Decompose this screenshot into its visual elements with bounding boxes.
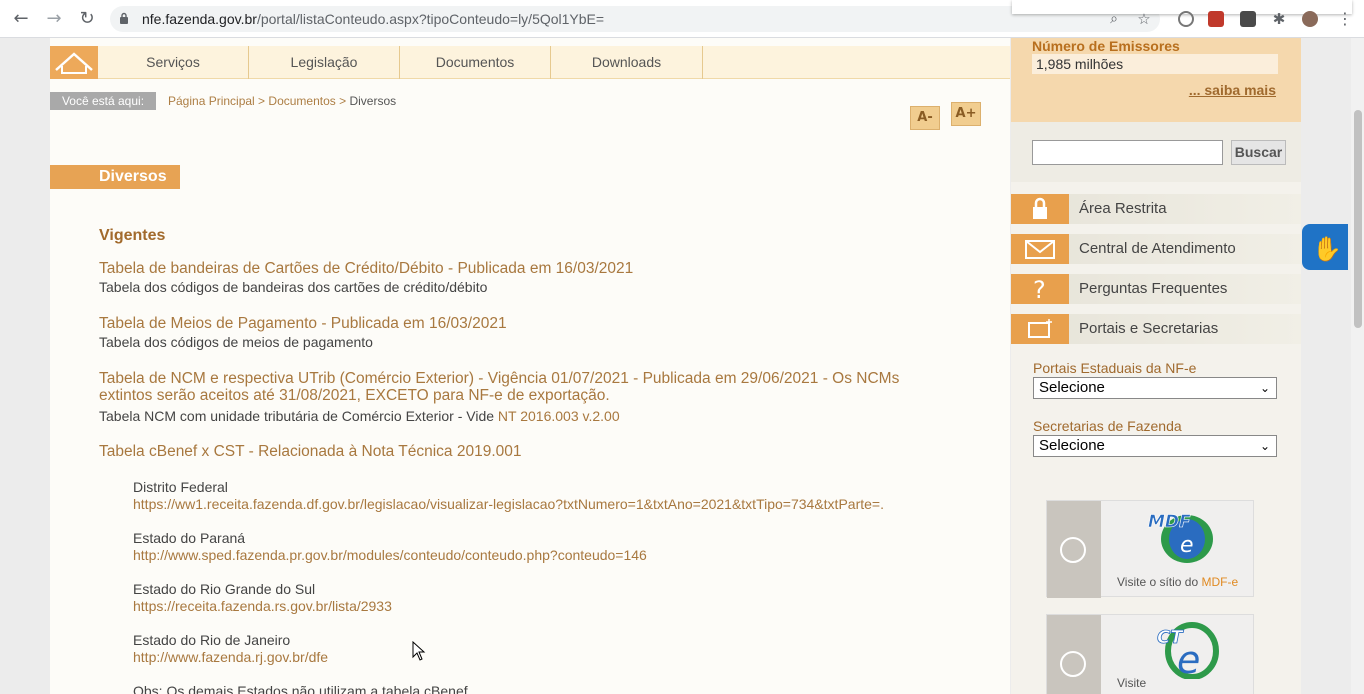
right-sidebar: Número de Emissores 1,985 milhões ... sa… <box>1011 38 1301 694</box>
question-icon: ? <box>1011 274 1069 304</box>
search-button[interactable]: Buscar <box>1231 140 1286 165</box>
extension-info-icon[interactable] <box>1178 11 1194 27</box>
state-url[interactable]: http://www.fazenda.rj.gov.br/dfe <box>133 649 328 665</box>
saiba-mais-link[interactable]: ... saiba mais <box>1189 82 1276 98</box>
state-name: Distrito Federal <box>133 479 228 495</box>
chevron-down-icon: ⌄ <box>1259 439 1270 453</box>
entry-link-cbenef[interactable]: Tabela cBenef x CST - Relacionada à Nota… <box>99 443 949 460</box>
sidebar-item-perguntas-frequentes[interactable]: ? Perguntas Frequentes <box>1011 274 1301 304</box>
sidebar-item-label: Portais e Secretarias <box>1079 320 1219 337</box>
cte-logo: CT e <box>1157 622 1219 679</box>
scrollbar-thumb[interactable] <box>1354 110 1362 328</box>
mdfe-banner-text: Visite o sítio do MDF-e <box>1117 575 1239 589</box>
mdfe-banner[interactable]: MDF e Visite o sítio do MDF-e <box>1046 500 1254 598</box>
cte-banner[interactable]: CT e Visite <box>1046 614 1254 694</box>
state-url[interactable]: http://www.sped.fazenda.pr.gov.br/module… <box>133 547 647 563</box>
state-name: Estado do Paraná <box>133 530 246 546</box>
globe-icon <box>1060 651 1086 677</box>
envelope-icon <box>1011 234 1069 264</box>
entry-link-ncm[interactable]: Tabela de NCM e respectiva UTrib (Comérc… <box>99 370 949 404</box>
window-plus-icon <box>1011 314 1069 344</box>
nav-servicos[interactable]: Serviços <box>98 46 249 79</box>
portais-select[interactable]: Selecione ⌄ <box>1033 377 1277 399</box>
svg-text:?: ? <box>1033 276 1046 304</box>
main-content: Serviços Legislação Documentos Downloads… <box>50 38 1010 694</box>
home-button[interactable] <box>50 46 98 79</box>
entry-desc: Tabela NCM com unidade tributária de Com… <box>99 408 620 424</box>
banner-strip <box>1047 615 1101 694</box>
sub-title: Vigentes <box>99 227 166 244</box>
breadcrumb-home[interactable]: Página Principal <box>168 94 255 108</box>
svg-text:MDF: MDF <box>1148 512 1191 532</box>
puzzle-icon[interactable]: ✱ <box>1268 8 1290 30</box>
breadcrumb-current: Diversos <box>349 94 397 108</box>
svg-text:e: e <box>1180 533 1194 558</box>
obs-text: Obs: Os demais Estados não utilizam a ta… <box>133 683 468 694</box>
sidebar-item-portais-secretarias[interactable]: Portais e Secretarias <box>1011 314 1301 344</box>
profile-avatar[interactable] <box>1302 11 1318 27</box>
lock-icon <box>120 12 128 24</box>
sidebar-item-area-restrita[interactable]: Área Restrita <box>1011 194 1301 224</box>
chevron-down-icon: ⌄ <box>1259 381 1270 395</box>
svg-text:✋: ✋ <box>1312 235 1342 263</box>
nav-downloads[interactable]: Downloads <box>551 46 703 79</box>
search-area: Buscar <box>1011 122 1301 182</box>
nav-legislacao[interactable]: Legislação <box>249 46 400 79</box>
search-input[interactable] <box>1032 140 1223 165</box>
menu-kebab-icon[interactable]: ⋮ <box>1334 8 1356 30</box>
state-name: Estado do Rio Grande do Sul <box>133 581 316 597</box>
banner-strip <box>1047 501 1101 598</box>
entry-link-bandeiras[interactable]: Tabela de bandeiras de Cartões de Crédit… <box>99 260 949 277</box>
home-icon <box>55 52 93 74</box>
state-url[interactable]: https://ww1.receita.fazenda.df.gov.br/le… <box>133 496 884 512</box>
sidebar-item-label: Central de Atendimento <box>1079 240 1236 257</box>
entry-desc: Tabela dos códigos de bandeiras dos cart… <box>99 279 488 295</box>
section-title: Diversos <box>50 165 180 189</box>
sidebar-item-central-atendimento[interactable]: Central de Atendimento <box>1011 234 1301 264</box>
breadcrumb-label: Você está aqui: <box>50 92 156 110</box>
state-url[interactable]: https://receita.fazenda.rs.gov.br/lista/… <box>133 598 392 614</box>
extension-red-icon[interactable] <box>1208 11 1224 27</box>
forward-icon[interactable]: → <box>43 8 65 30</box>
font-decrease-button[interactable]: A- <box>910 106 940 130</box>
entry-link-meios-pagamento[interactable]: Tabela de Meios de Pagamento - Publicada… <box>99 315 949 332</box>
svg-text:e: e <box>1177 638 1200 679</box>
page-viewport: Serviços Legislação Documentos Downloads… <box>0 38 1351 694</box>
emitters-title: Número de Emissores <box>1032 38 1180 54</box>
breadcrumb: Página Principal > Documentos > Diversos <box>168 94 397 108</box>
mdfe-logo: MDF e <box>1148 512 1213 563</box>
secretarias-label: Secretarias de Fazenda <box>1033 418 1182 434</box>
emitters-value: 1,985 milhões <box>1032 54 1278 74</box>
extension-dark-icon[interactable] <box>1240 11 1256 27</box>
sidebar-item-label: Área Restrita <box>1079 200 1167 217</box>
sidebar-item-label: Perguntas Frequentes <box>1079 280 1228 297</box>
url-text: nfe.fazenda.gov.br/portal/listaConteudo.… <box>142 11 605 27</box>
portais-label: Portais Estaduais da NF-e <box>1033 360 1197 376</box>
back-icon[interactable]: ← <box>10 8 32 30</box>
secretarias-select[interactable]: Selecione ⌄ <box>1033 435 1277 457</box>
top-navigation: Serviços Legislação Documentos Downloads <box>50 46 1010 79</box>
mouse-cursor-icon <box>412 641 426 661</box>
nt-link[interactable]: NT 2016.003 v.2.00 <box>498 408 620 424</box>
cte-banner-text: Visite <box>1117 676 1147 690</box>
breadcrumb-documentos[interactable]: Documentos <box>268 94 335 108</box>
zoom-icon[interactable]: ⌕ <box>1103 8 1125 30</box>
globe-icon <box>1060 537 1086 563</box>
accessibility-hand-icon[interactable]: ✋ <box>1302 224 1348 270</box>
bookmark-star-icon[interactable]: ☆ <box>1133 8 1155 30</box>
lock-icon <box>1011 194 1069 224</box>
page-scrollbar[interactable] <box>1351 38 1364 694</box>
font-increase-button[interactable]: A+ <box>951 102 981 126</box>
nav-documentos[interactable]: Documentos <box>400 46 551 79</box>
emitters-box: Número de Emissores 1,985 milhões ... sa… <box>1011 38 1301 122</box>
entry-desc: Tabela dos códigos de meios de pagamento <box>99 334 373 350</box>
browser-toolbar: ← → ↻ nfe.fazenda.gov.br/portal/listaCon… <box>0 0 1364 38</box>
state-name: Estado do Rio de Janeiro <box>133 632 291 648</box>
address-bar[interactable]: nfe.fazenda.gov.br/portal/listaConteudo.… <box>110 6 1160 32</box>
reload-icon[interactable]: ↻ <box>76 8 98 30</box>
